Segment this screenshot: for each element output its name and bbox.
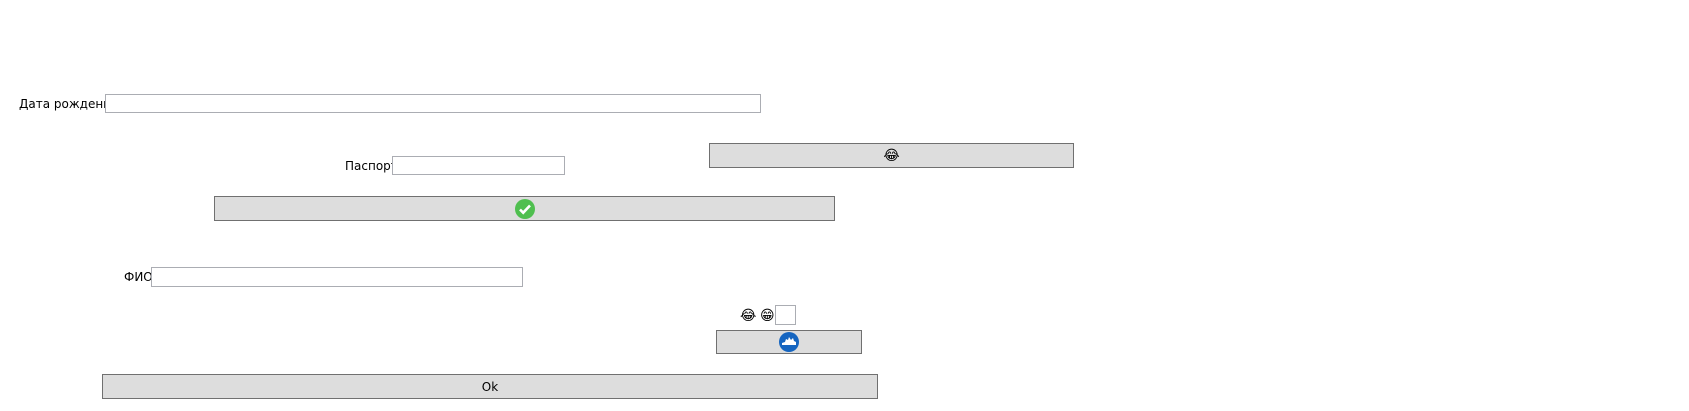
passport-input[interactable] [392,156,565,175]
grinning-emoji-icon: 😁 [760,308,775,324]
cloud-icon [779,332,799,352]
small-input[interactable] [775,305,796,325]
birth-date-input[interactable] [105,94,761,113]
ok-button[interactable]: Ok [102,374,878,399]
birth-date-label: Дата рождения [19,97,119,111]
laughing-emoji-icon: 😂 [740,308,757,324]
passport-label: Паспорт [345,159,398,173]
check-button[interactable] [214,196,835,221]
fio-label: ФИО [124,270,153,284]
blue-icon-button[interactable] [716,330,862,354]
laughing-emoji-icon: 😂 [883,147,900,164]
emoji-button[interactable]: 😂 [709,143,1074,168]
fio-input[interactable] [151,267,523,287]
ok-label: Ok [481,379,499,394]
checkmark-icon [514,198,535,219]
